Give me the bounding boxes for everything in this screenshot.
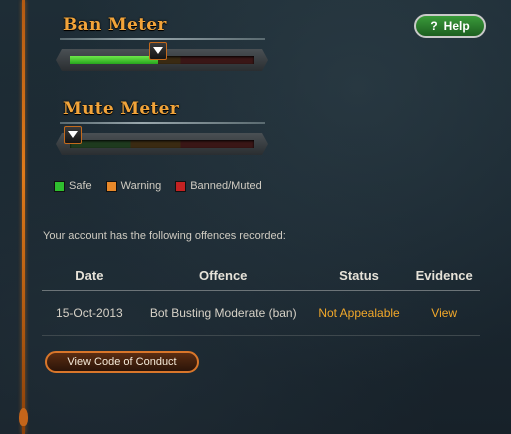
offences-notice: Your account has the following offences … — [43, 230, 286, 242]
offence-name: Bot Busting Moderate (ban) — [149, 306, 297, 320]
offence-date: 15-Oct-2013 — [56, 306, 123, 320]
view-evidence-link[interactable]: View — [408, 291, 480, 336]
ban-meter-title: Ban Meter — [63, 15, 167, 35]
ban-meter-fill — [70, 56, 159, 64]
legend-label-warning: Warning — [120, 180, 162, 192]
meter-legend: Safe Warning Banned/Muted — [54, 180, 262, 192]
legend-safe: Safe — [54, 180, 92, 192]
legend-label-banned-muted: Banned/Muted — [190, 180, 262, 192]
column-header-evidence: Evidence — [415, 267, 473, 283]
offence-status: Not Appealable — [318, 306, 400, 320]
help-button[interactable]: ? Help — [414, 14, 486, 38]
column-header-date: Date — [75, 267, 104, 283]
view-code-of-conduct-button[interactable]: View Code of Conduct — [45, 351, 199, 373]
table-header-row: Date Offence Status Evidence — [42, 260, 480, 291]
offences-table: Date Offence Status Evidence 15-Oct-2013… — [42, 260, 480, 336]
legend-warning: Warning — [105, 180, 162, 192]
legend-swatch-safe — [54, 180, 65, 192]
legend-banned-muted: Banned/Muted — [175, 180, 262, 192]
legend-swatch-banned-muted — [175, 180, 187, 192]
mute-meter-marker — [64, 126, 82, 144]
legend-swatch-warning — [105, 180, 117, 192]
mute-meter-rule — [60, 122, 265, 124]
table-row: 15-Oct-2013 Bot Busting Moderate (ban) N… — [42, 291, 480, 336]
help-button-label: Help — [443, 19, 470, 33]
mute-meter-title: Mute Meter — [63, 99, 180, 119]
ban-meter-marker — [149, 42, 168, 60]
ban-meter-rule — [60, 38, 265, 40]
question-icon: ? — [430, 19, 438, 33]
column-header-offence: Offence — [199, 267, 248, 283]
left-divider — [19, 0, 28, 434]
legend-label-safe: Safe — [69, 180, 92, 192]
column-header-status: Status — [339, 267, 379, 283]
mute-meter-track — [70, 140, 254, 148]
